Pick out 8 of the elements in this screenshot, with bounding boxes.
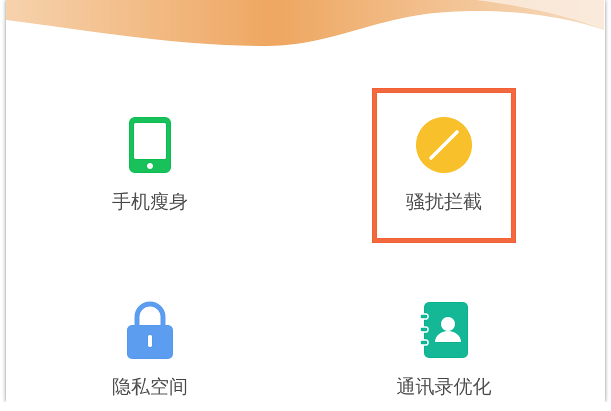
feature-label[interactable]: 骚扰拦截 <box>406 189 482 215</box>
phone-icon <box>127 115 173 175</box>
feature-label[interactable]: 隐私空间 <box>112 374 188 400</box>
lock-icon <box>125 300 175 360</box>
prohibited-icon <box>415 116 473 174</box>
contact-book-icon <box>418 300 470 360</box>
feature-label[interactable]: 手机瘦身 <box>112 189 188 215</box>
feature-label[interactable]: 通讯录优化 <box>396 374 492 400</box>
